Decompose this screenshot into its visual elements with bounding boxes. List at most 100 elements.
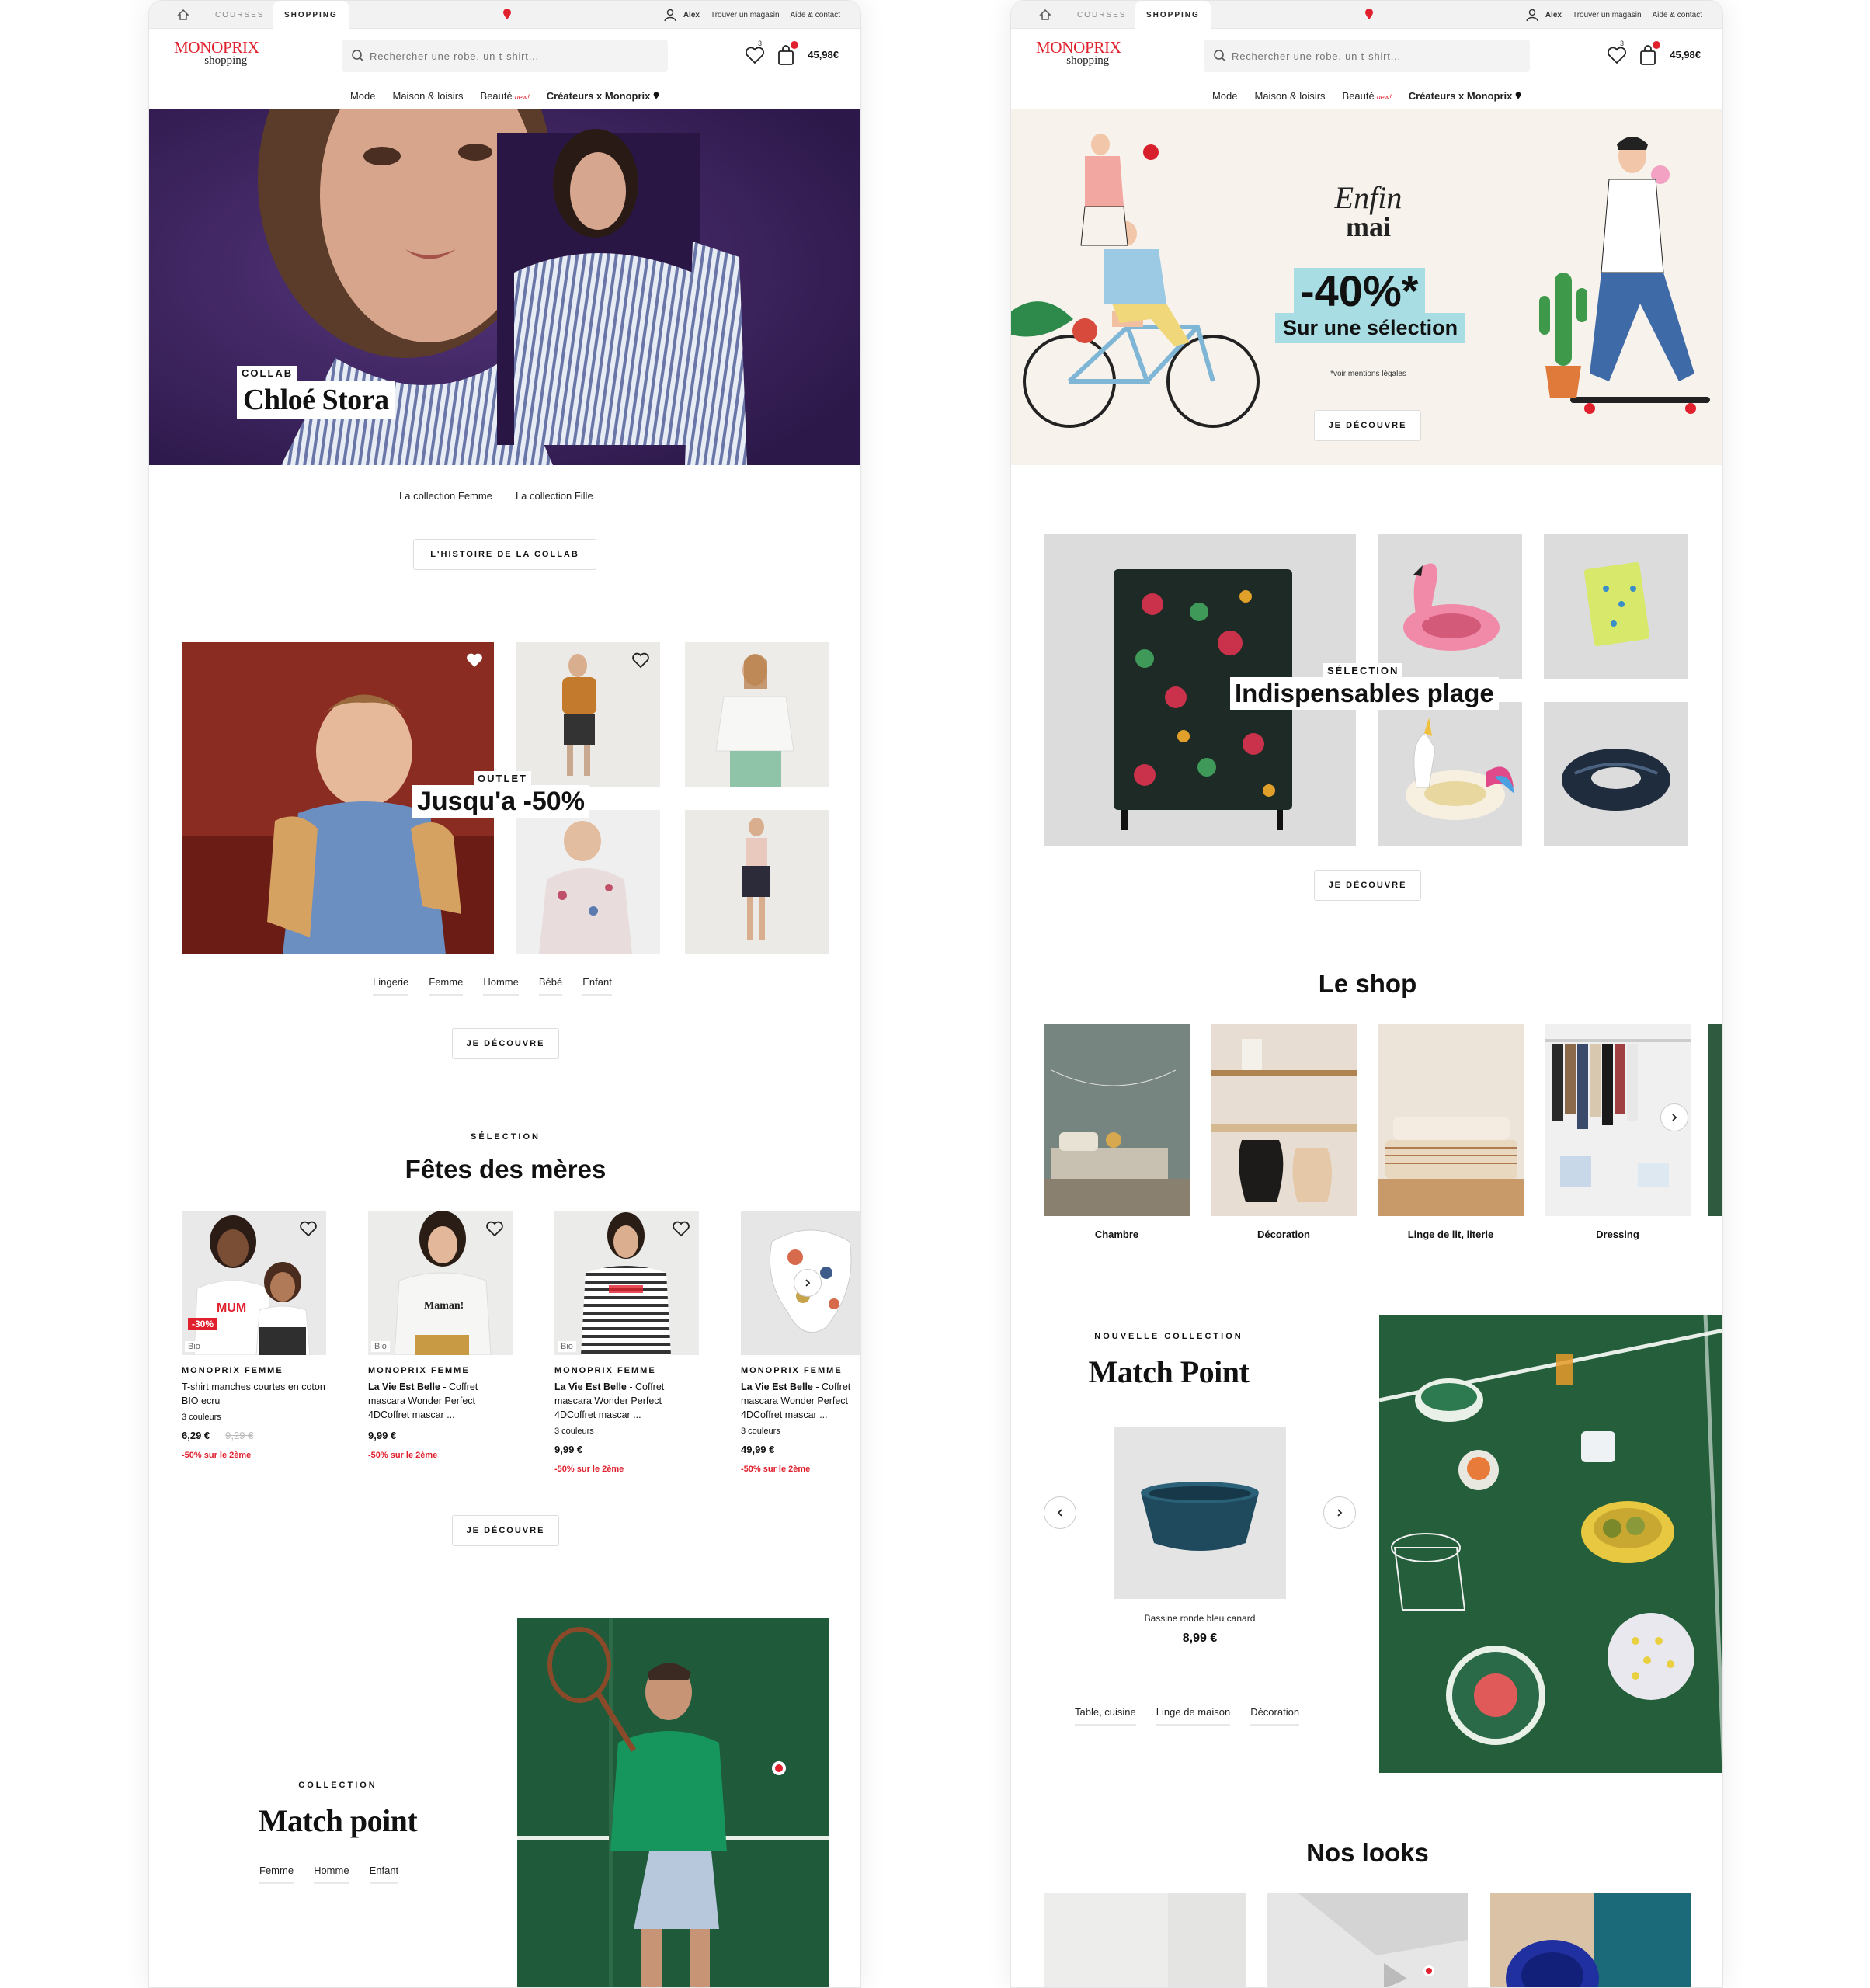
- product-card[interactable]: MUM -30% Bio MONOPRIX FEMME T-shirt manc…: [182, 1211, 326, 1460]
- match-link-decoration[interactable]: Décoration: [1250, 1706, 1300, 1726]
- tab-shopping[interactable]: SHOPPING: [273, 1, 349, 29]
- product-card[interactable]: MONOPRIX FEMME La Vie Est Belle - Coffre…: [741, 1211, 860, 1474]
- category-link-enfant[interactable]: Enfant: [582, 976, 612, 996]
- product-image: Maman! Bio: [368, 1211, 513, 1355]
- category-link-femme[interactable]: Femme: [429, 976, 464, 996]
- product-name[interactable]: La Vie Est Belle - Coffret mascara Wonde…: [368, 1380, 513, 1422]
- cart-total[interactable]: 45,98€: [1670, 49, 1701, 61]
- favorites-count: 3: [1620, 40, 1625, 47]
- search-input[interactable]: [370, 40, 657, 72]
- legal-note[interactable]: *voir mentions légales: [1291, 370, 1446, 378]
- match-product-image[interactable]: [1114, 1427, 1286, 1599]
- bio-badge: Bio: [371, 1341, 390, 1352]
- hero-discover-button[interactable]: JE DÉCOUVRE: [1314, 410, 1421, 441]
- page-left: COURSES SHOPPING Alex Trouver un magasin…: [148, 0, 861, 1988]
- favorite-icon[interactable]: [631, 650, 651, 670]
- collab-link-fille[interactable]: La collection Fille: [516, 490, 593, 508]
- favorite-icon[interactable]: [298, 1218, 318, 1239]
- hero-promo[interactable]: Enfin mai -40%* Sur une sélection *voir …: [1011, 109, 1722, 465]
- favorite-icon[interactable]: [671, 1218, 691, 1239]
- hero-collab[interactable]: COLLAB Chloé Stora: [149, 109, 860, 465]
- shop-item-linge[interactable]: Linge de lit, literie: [1378, 1024, 1524, 1240]
- header: MONOPRIXshopping 3 45,98€: [149, 29, 860, 83]
- shop-next-button[interactable]: [1660, 1103, 1688, 1131]
- category-link-homme[interactable]: Homme: [483, 976, 519, 996]
- cart-button[interactable]: [777, 41, 798, 66]
- shop-item-decoration[interactable]: Décoration: [1211, 1024, 1357, 1240]
- logo[interactable]: MONOPRIX shopping: [1036, 40, 1121, 67]
- match-next-button[interactable]: [1323, 1496, 1356, 1529]
- product-price: 6,29 €9,29 €: [182, 1430, 254, 1441]
- match-link-table[interactable]: Table, cuisine: [1075, 1706, 1136, 1726]
- product-card[interactable]: Maman! Bio MONOPRIX FEMME La Vie Est Bel…: [368, 1211, 513, 1460]
- matchpoint-link-enfant[interactable]: Enfant: [369, 1865, 399, 1884]
- shop-item-partial[interactable]: [1708, 1024, 1722, 1216]
- search-input[interactable]: [1232, 40, 1519, 72]
- product-colors: 3 couleurs: [182, 1413, 221, 1422]
- nav-createurs[interactable]: Créateurs x Monoprix: [1409, 90, 1521, 102]
- nav-createurs[interactable]: Créateurs x Monoprix: [547, 90, 659, 102]
- match-product-name[interactable]: Bassine ronde bleu canard: [1044, 1613, 1356, 1624]
- nav-mode[interactable]: Mode: [350, 90, 376, 102]
- products-discover-button[interactable]: JE DÉCOUVRE: [452, 1515, 559, 1546]
- nav-maison[interactable]: Maison & loisirs: [393, 90, 464, 102]
- nav-beaute[interactable]: Beauté new!: [481, 90, 530, 102]
- matchpoint-link-homme[interactable]: Homme: [314, 1865, 349, 1884]
- user-name[interactable]: Alex: [1545, 11, 1562, 19]
- user-icon[interactable]: [663, 8, 677, 22]
- help-link[interactable]: Aide & contact: [1653, 11, 1702, 19]
- home-icon[interactable]: [1039, 9, 1051, 21]
- matchpoint-image[interactable]: [517, 1618, 829, 1988]
- search-bar: [1204, 40, 1530, 72]
- user-name[interactable]: Alex: [683, 11, 700, 19]
- tab-courses[interactable]: COURSES: [1077, 1, 1126, 29]
- product-promo: -50% sur le 2ème: [554, 1465, 624, 1474]
- pin-icon: [653, 91, 659, 99]
- shop-item-chambre[interactable]: Chambre: [1044, 1024, 1190, 1240]
- chevron-right-icon: [1337, 1509, 1343, 1517]
- tab-shopping[interactable]: SHOPPING: [1135, 1, 1211, 29]
- category-link-bebe[interactable]: Bébé: [538, 976, 563, 996]
- look-image-3[interactable]: [1490, 1893, 1691, 1988]
- outlet-block[interactable]: OUTLET Jusqu'a -50%: [182, 642, 829, 954]
- product-card[interactable]: Bio MONOPRIX FEMME La Vie Est Belle - Co…: [554, 1211, 699, 1474]
- find-store-link[interactable]: Trouver un magasin: [1573, 11, 1642, 19]
- nav-mode[interactable]: Mode: [1212, 90, 1238, 102]
- category-link-lingerie[interactable]: Lingerie: [373, 976, 409, 996]
- match-lifestyle-image[interactable]: [1379, 1315, 1723, 1773]
- look-image-1[interactable]: [1044, 1893, 1246, 1988]
- matchpoint-link-femme[interactable]: Femme: [259, 1865, 294, 1884]
- nav-maison[interactable]: Maison & loisirs: [1255, 90, 1326, 102]
- tab-courses[interactable]: COURSES: [215, 1, 264, 29]
- search-icon: [352, 50, 364, 62]
- cart-total[interactable]: 45,98€: [808, 49, 839, 61]
- home-icon[interactable]: [177, 9, 189, 21]
- plage-discover-button[interactable]: JE DÉCOUVRE: [1314, 870, 1421, 901]
- collab-story-button[interactable]: L'HISTOIRE DE LA COLLAB: [413, 539, 596, 570]
- plage-block[interactable]: SÉLECTION Indispensables plage: [1044, 534, 1691, 846]
- carousel-next-button[interactable]: [794, 1269, 822, 1297]
- favorite-icon[interactable]: [464, 650, 485, 670]
- fetes-eyebrow: SÉLECTION: [471, 1132, 540, 1142]
- outlet-discover-button[interactable]: JE DÉCOUVRE: [452, 1028, 559, 1059]
- nav-beaute[interactable]: Beauté new!: [1343, 90, 1392, 102]
- find-store-link[interactable]: Trouver un magasin: [711, 11, 780, 19]
- help-link[interactable]: Aide & contact: [791, 11, 840, 19]
- product-name[interactable]: La Vie Est Belle - Coffret mascara Wonde…: [554, 1380, 699, 1422]
- match-prev-button[interactable]: [1044, 1496, 1076, 1529]
- product-name[interactable]: La Vie Est Belle - Coffret mascara Wonde…: [741, 1380, 860, 1422]
- product-name[interactable]: T-shirt manches courtes en coton BIO ecr…: [182, 1380, 326, 1408]
- match-eyebrow: NOUVELLE COLLECTION: [1094, 1332, 1243, 1341]
- favorite-icon[interactable]: [485, 1218, 505, 1239]
- user-icon[interactable]: [1525, 8, 1539, 22]
- favorites-button[interactable]: 3: [1606, 40, 1628, 66]
- logo[interactable]: MONOPRIX shopping: [174, 40, 259, 67]
- shop-item-dressing[interactable]: Dressing: [1545, 1024, 1691, 1240]
- product-promo: -50% sur le 2ème: [741, 1465, 811, 1474]
- hero-subtitle: Sur une sélection: [1275, 313, 1466, 343]
- match-link-linge[interactable]: Linge de maison: [1156, 1706, 1231, 1726]
- favorites-button[interactable]: 3: [744, 40, 766, 66]
- look-image-2[interactable]: [1267, 1893, 1468, 1988]
- cart-button[interactable]: [1639, 41, 1660, 66]
- collab-link-femme[interactable]: La collection Femme: [399, 490, 492, 508]
